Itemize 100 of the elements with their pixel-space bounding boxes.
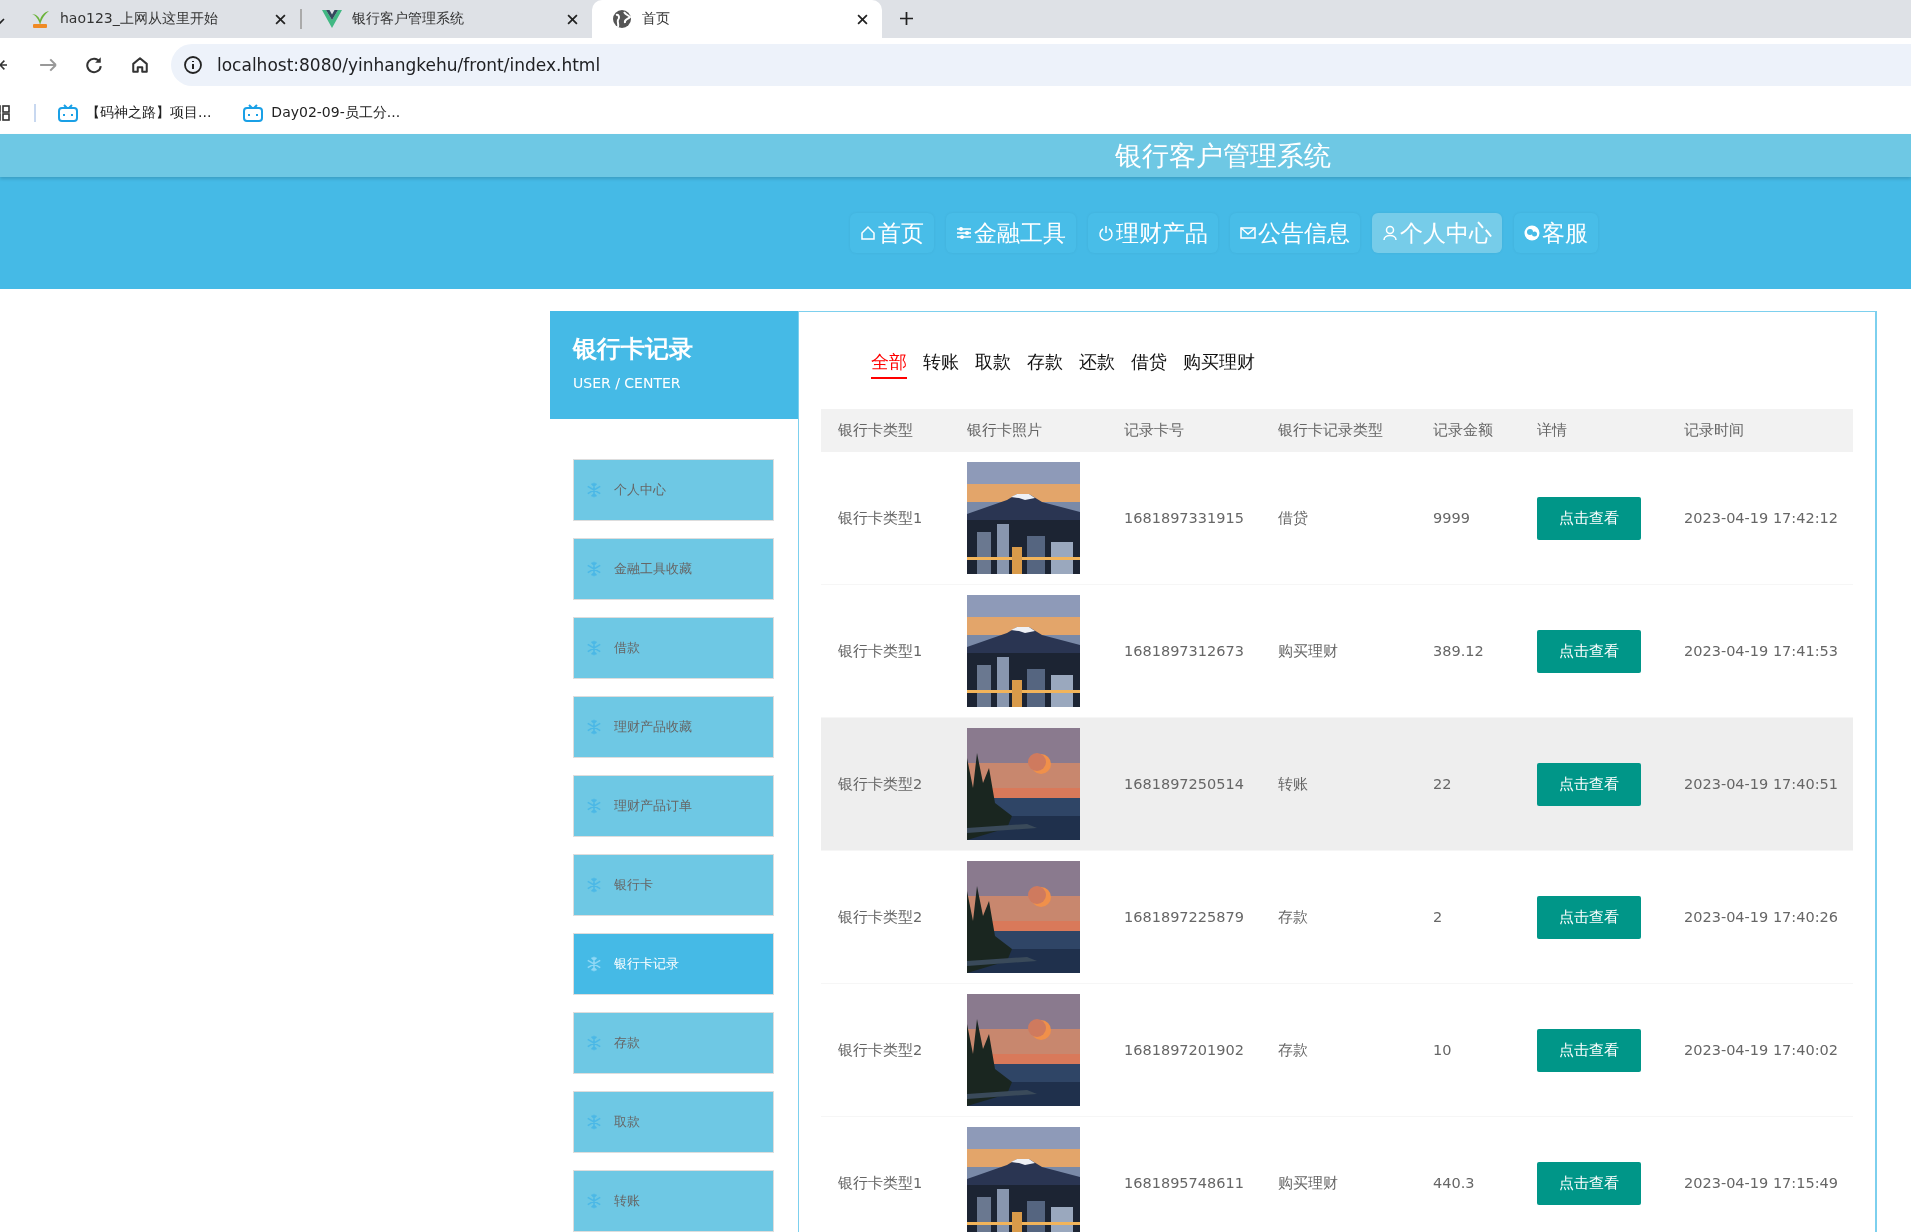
sidebar-item[interactable]: 转账 [573, 1170, 774, 1232]
snowflake-icon [586, 719, 602, 735]
sidebar-item[interactable]: 借款 [573, 617, 774, 679]
sidebar-item[interactable]: 理财产品订单 [573, 775, 774, 837]
nav-item[interactable]: 金融工具 [946, 213, 1076, 253]
column-header: 银行卡照片 [966, 421, 1043, 440]
close-icon[interactable] [857, 13, 868, 25]
table-cell-text: 9999 [1432, 510, 1471, 526]
column-header: 记录时间 [1683, 421, 1745, 440]
bookmark[interactable]: 【码神之路】项目... [58, 104, 212, 122]
address-bar[interactable]: localhost:8080/yinhangkehu/front/index.html [171, 44, 1911, 86]
snowflake-icon [586, 482, 602, 498]
nav-item[interactable]: 客服 [1514, 213, 1598, 253]
filter-tab[interactable]: 转账 [923, 350, 959, 379]
filter-tab[interactable]: 取款 [975, 350, 1011, 379]
close-icon[interactable] [567, 13, 578, 25]
table-cell-text: 1681897225879 [1123, 909, 1245, 925]
table-cell-text: 借贷 [1277, 508, 1309, 528]
table-cell-text: 2023-04-19 17:15:49 [1683, 1175, 1839, 1191]
filter-tab[interactable]: 全部 [871, 350, 907, 379]
view-button[interactable]: 点击查看 [1537, 629, 1641, 673]
sidebar-title: 银行卡记录 [573, 334, 694, 365]
table-cell-text: 存款 [1277, 907, 1309, 927]
table-cell-text: 2023-04-19 17:41:53 [1683, 643, 1839, 659]
table-cell-text: 22 [1432, 776, 1453, 792]
tv-icon [58, 104, 78, 122]
browser-tab[interactable]: 首页 [592, 0, 882, 38]
view-button[interactable]: 点击查看 [1537, 1028, 1641, 1072]
reload-icon[interactable] [85, 56, 103, 74]
table-cell-text: 10 [1432, 1042, 1453, 1058]
apps-grid-icon[interactable] [0, 105, 12, 121]
column-header: 记录卡号 [1123, 421, 1185, 440]
filter-tab[interactable]: 购买理财 [1183, 350, 1255, 379]
column-header: 详情 [1536, 421, 1568, 440]
view-button[interactable]: 点击查看 [1537, 1161, 1641, 1205]
filter-tab[interactable]: 还款 [1079, 350, 1115, 379]
table-cell-text: 银行卡类型1 [837, 508, 924, 528]
mail-icon [1240, 225, 1256, 241]
browser-tab[interactable]: 银行客户管理系统 [302, 0, 592, 38]
site-title: 银行客户管理系统 [1115, 138, 1331, 173]
table-cell-text: 银行卡类型1 [837, 641, 924, 661]
table-cell-text: 2023-04-19 17:40:02 [1683, 1042, 1839, 1058]
sidebar-item[interactable]: 理财产品收藏 [573, 696, 774, 758]
browser-tab[interactable]: hao123_上网从这里开始 [10, 0, 300, 38]
v-logo-icon [322, 9, 342, 29]
snowflake-icon [586, 640, 602, 656]
column-header: 银行卡记录类型 [1277, 421, 1384, 440]
sidebar-item[interactable]: 金融工具收藏 [573, 538, 774, 600]
home-icon[interactable] [131, 56, 149, 74]
power-icon [1098, 225, 1114, 241]
info-icon [183, 55, 203, 75]
user-icon [1382, 225, 1398, 241]
sprout-icon [30, 9, 50, 29]
nav-item[interactable]: 理财产品 [1088, 213, 1218, 253]
globe-icon [612, 9, 632, 29]
sidebar-item[interactable]: 银行卡记录 [573, 933, 774, 995]
table-cell-text: 2023-04-19 17:42:12 [1683, 510, 1839, 526]
table-cell-text: 1681897312673 [1123, 643, 1245, 659]
sidebar-item[interactable]: 存款 [573, 1012, 774, 1074]
bookmark[interactable]: Day02-09-员工分... [243, 104, 401, 122]
sidebar-subtitle: USER / CENTER [573, 375, 682, 391]
table-cell-text: 银行卡类型2 [837, 1040, 924, 1060]
close-icon[interactable] [275, 13, 286, 25]
sidebar-item[interactable]: 银行卡 [573, 854, 774, 916]
table-cell-text: 2023-04-19 17:40:26 [1683, 909, 1839, 925]
new-tab-icon[interactable] [900, 12, 913, 25]
snowflake-icon [586, 1114, 602, 1130]
table-cell-text: 购买理财 [1277, 641, 1339, 661]
table-cell-text: 银行卡类型2 [837, 907, 924, 927]
table-cell-text: 440.3 [1432, 1175, 1476, 1191]
table-cell-text: 2023-04-19 17:40:51 [1683, 776, 1839, 792]
snowflake-icon [586, 1193, 602, 1209]
snowflake-icon [586, 956, 602, 972]
table-cell-text: 2 [1432, 909, 1444, 925]
sliders-icon [956, 225, 972, 241]
forward-arrow-icon[interactable] [39, 56, 57, 74]
filter-tab[interactable]: 借贷 [1131, 350, 1167, 379]
table-cell-text: 1681897331915 [1123, 510, 1245, 526]
nav-item[interactable]: 首页 [850, 213, 934, 253]
table-cell-text: 1681897250514 [1123, 776, 1245, 792]
column-header: 银行卡类型 [837, 421, 914, 440]
table-cell-text: 1681895748611 [1123, 1175, 1245, 1191]
nav-item[interactable]: 公告信息 [1230, 213, 1360, 253]
snowflake-icon [586, 561, 602, 577]
tv-icon [243, 104, 264, 122]
view-button[interactable]: 点击查看 [1537, 496, 1641, 540]
table-cell-text: 银行卡类型1 [837, 1173, 924, 1193]
column-header: 记录金额 [1432, 421, 1494, 440]
view-button[interactable]: 点击查看 [1537, 895, 1641, 939]
snowflake-icon [586, 877, 602, 893]
snowflake-icon [586, 798, 602, 814]
sidebar-item[interactable]: 取款 [573, 1091, 774, 1153]
view-button[interactable]: 点击查看 [1537, 762, 1641, 806]
sidebar-item[interactable]: 个人中心 [573, 459, 774, 521]
home-icon [860, 225, 876, 241]
table-cell-text: 银行卡类型2 [837, 774, 924, 794]
table-cell-text: 存款 [1277, 1040, 1309, 1060]
table-cell-text: 389.12 [1432, 643, 1485, 659]
filter-tab[interactable]: 存款 [1027, 350, 1063, 379]
snowflake-icon [586, 1035, 602, 1051]
